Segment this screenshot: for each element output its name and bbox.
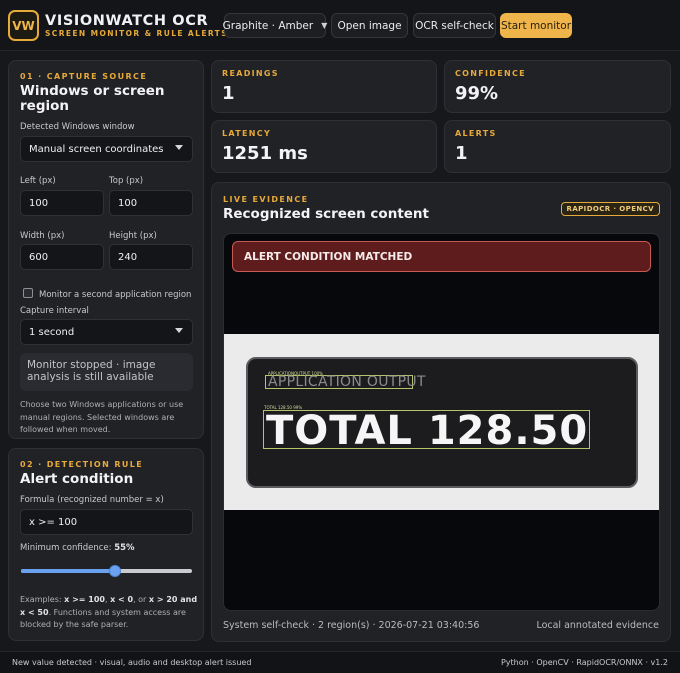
ocr-box-total: TOTAL 128.50	[263, 408, 590, 454]
captured-window: APPLICATIONOUTPUT 100% APPLICATION OUTPU…	[246, 357, 638, 488]
confidence-label-value: 55%	[114, 543, 135, 553]
alerts-card: ALERTS 1	[444, 120, 671, 173]
example-or: , or	[133, 595, 147, 604]
engine-badge: RAPIDOCR · OPENCV	[560, 202, 660, 216]
left-input[interactable]: 100	[20, 190, 104, 216]
live-evidence-panel: LIVE EVIDENCE Recognized screen content …	[211, 182, 671, 642]
example-2: x < 0	[110, 595, 134, 604]
window-select-value: Manual screen coordinates	[29, 143, 164, 155]
formula-input[interactable]: x >= 100	[20, 509, 193, 535]
app-logo: VW	[8, 10, 39, 41]
latency-value: 1251 ms	[222, 143, 308, 164]
theme-select[interactable]: Graphite · Amber ▼	[222, 13, 328, 38]
status-bar: New value detected · visual, audio and d…	[0, 651, 680, 673]
window-select[interactable]: Manual screen coordinates	[20, 136, 193, 162]
width-label: Width (px)	[20, 231, 65, 241]
interval-label: Capture interval	[20, 306, 89, 316]
examples-prefix: Examples:	[20, 595, 62, 604]
height-label: Height (px)	[109, 231, 157, 241]
formula-label: Formula (recognized number = x)	[20, 495, 164, 505]
second-region-label: Monitor a second application region	[39, 290, 192, 300]
section-title: Windows or screen region	[20, 83, 165, 114]
ocr-box-application-output: APPLICATION OUTPUT	[265, 374, 425, 390]
theme-select-value: Graphite · Amber	[222, 19, 314, 32]
detection-rule-panel: 02 · DETECTION RULE Alert condition Form…	[8, 448, 204, 641]
latency-card: LATENCY 1251 ms	[211, 120, 437, 173]
confidence-slider-thumb[interactable]	[109, 565, 122, 577]
capture-note: Choose two Windows applications or use m…	[20, 400, 184, 434]
chevron-down-icon	[175, 328, 183, 333]
alert-banner: ALERT CONDITION MATCHED	[232, 241, 651, 272]
window-select-label: Detected Windows window	[20, 122, 135, 132]
ocr-self-check-button[interactable]: OCR self-check	[413, 13, 496, 38]
top-bar: VW VISIONWATCH OCR SCREEN MONITOR & RULE…	[0, 0, 680, 51]
version-info: Python · OpenCV · RapidOCR/ONNX · v1.2	[500, 658, 668, 667]
readings-label: READINGS	[222, 69, 279, 78]
section-tag: 02 · DETECTION RULE	[20, 460, 144, 469]
app-subtitle: SCREEN MONITOR & RULE ALERTS	[45, 29, 228, 38]
status-message: New value detected · visual, audio and d…	[12, 658, 252, 667]
width-input[interactable]: 600	[20, 244, 104, 270]
latency-label: LATENCY	[222, 129, 272, 138]
captured-screenshot: APPLICATIONOUTPUT 100% APPLICATION OUTPU…	[224, 334, 659, 510]
section-title: Recognized screen content	[223, 206, 429, 222]
monitor-status: Monitor stopped · image analysis is stil…	[20, 353, 193, 391]
evidence-footer-right: Local annotated evidence	[536, 620, 659, 631]
top-input[interactable]: 100	[109, 190, 193, 216]
confidence-label: Minimum confidence: 55%	[20, 543, 135, 553]
chevron-down-icon: ▼	[321, 21, 328, 30]
confidence-slider[interactable]	[21, 565, 192, 577]
application-output-text: APPLICATION OUTPUT	[268, 374, 426, 390]
alerts-value: 1	[455, 143, 468, 164]
alerts-label: ALERTS	[455, 129, 497, 138]
evidence-viewer: ALERT CONDITION MATCHED APPLICATIONOUTPU…	[223, 233, 660, 611]
second-region-checkbox[interactable]	[23, 288, 33, 298]
readings-card: READINGS 1	[211, 60, 437, 113]
capture-source-panel: 01 · CAPTURE SOURCE Windows or screen re…	[8, 60, 204, 439]
section-title: Alert condition	[20, 471, 134, 487]
app-title: VISIONWATCH OCR	[45, 13, 209, 29]
confidence-card: CONFIDENCE 99%	[444, 60, 671, 113]
confidence-stat-value: 99%	[455, 83, 499, 104]
start-monitor-button[interactable]: Start monitor	[500, 13, 572, 38]
confidence-label-text: Minimum confidence:	[20, 543, 112, 553]
top-label: Top (px)	[109, 176, 144, 186]
left-label: Left (px)	[20, 176, 56, 186]
chevron-down-icon	[175, 145, 183, 150]
interval-select[interactable]: 1 second	[20, 319, 193, 345]
readings-value: 1	[222, 83, 235, 104]
total-value-text: TOTAL 128.50	[266, 408, 589, 454]
evidence-footer-left: System self-check · 2 region(s) · 2026-0…	[223, 620, 480, 631]
section-tag: LIVE EVIDENCE	[223, 195, 309, 204]
open-image-button[interactable]: Open image	[331, 13, 408, 38]
confidence-stat-label: CONFIDENCE	[455, 69, 526, 78]
height-input[interactable]: 240	[109, 244, 193, 270]
interval-select-value: 1 second	[29, 326, 75, 338]
rule-examples: Examples: x >= 100, x < 0, or x > 20 and…	[20, 595, 198, 629]
section-tag: 01 · CAPTURE SOURCE	[20, 72, 148, 81]
confidence-slider-fill	[21, 569, 116, 573]
example-1: x >= 100	[64, 595, 105, 604]
